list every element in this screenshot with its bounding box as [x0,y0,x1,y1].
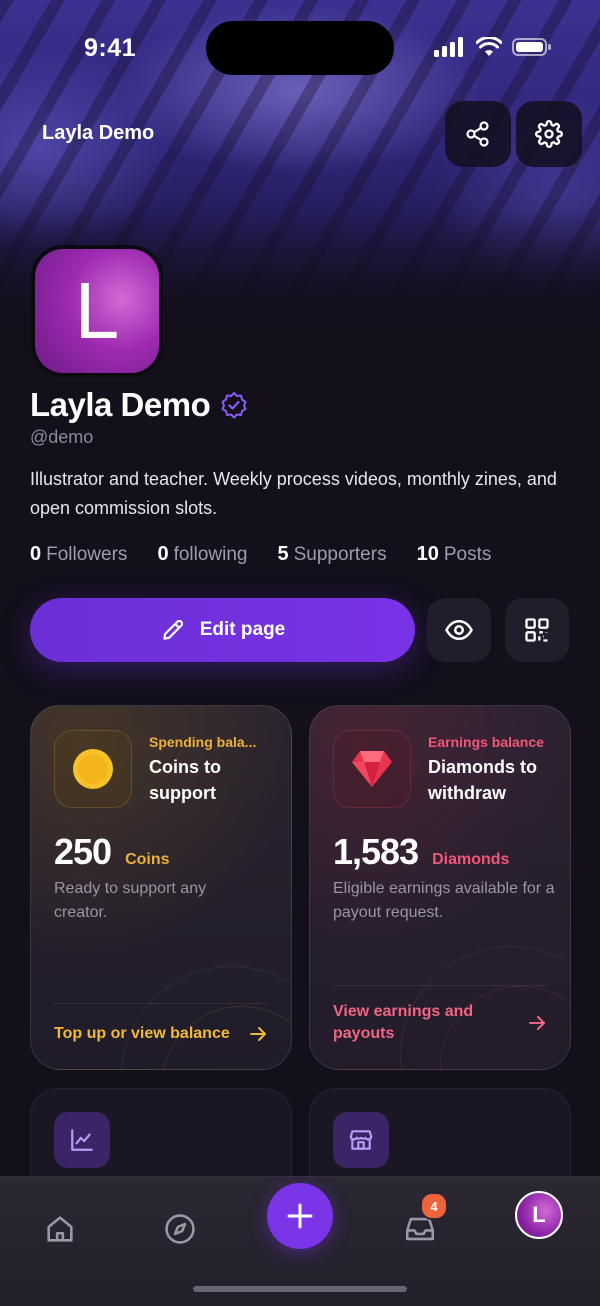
pencil-icon [162,619,183,640]
stat-label: Posts [443,544,492,565]
profile-avatar[interactable]: L [31,245,163,377]
stat-following[interactable]: 0 following [157,543,247,566]
dynamic-island [206,21,394,75]
home-indicator [193,1286,407,1292]
stat-label: following [173,544,248,565]
view-earnings-link[interactable]: View earnings and payouts [333,1001,547,1045]
profile-handle: @demo [30,427,94,447]
inbox-badge: 4 [420,1192,448,1220]
plus-icon [287,1203,313,1229]
tab-profile-avatar[interactable]: L [515,1191,563,1239]
compass-icon [165,1214,195,1244]
stat-followers[interactable]: 0 Followers [30,543,127,566]
store-icon-box [333,1112,389,1168]
coins-balance-card[interactable]: Spending bala... Coins to support 250 Co… [30,705,292,1070]
coins-tag: Spending bala... [149,734,257,750]
top-up-label: Top up or view balance [54,1025,230,1042]
edit-page-button[interactable]: Edit page [30,598,415,662]
signal-icon [434,37,463,57]
display-name: Layla Demo [30,386,248,424]
diamonds-description: Eligible earnings available for a payout… [333,880,555,921]
preview-button[interactable] [427,598,491,662]
diamond-icon-box [333,730,411,808]
tab-explore[interactable] [140,1201,220,1257]
diamonds-title: Diamonds to withdraw [428,757,538,803]
top-up-link[interactable]: Top up or view balance [54,1023,268,1045]
stat-count: 0 [157,543,169,565]
stat-count: 0 [30,543,42,565]
tab-home[interactable] [20,1201,100,1257]
battery-icon [512,38,551,56]
stat-posts[interactable]: 10 Posts [417,543,492,566]
diamonds-unit: Diamonds [432,851,510,868]
coins-unit: Coins [125,851,170,868]
profile-stats: 0 Followers 0 following 5 Supporters 10 Post… [30,543,491,566]
divider [333,985,547,986]
wifi-icon [476,37,502,56]
status-bar: 9:41 [0,0,600,96]
avatar-letter: L [35,249,159,373]
gear-icon [535,120,563,148]
home-icon [47,1216,73,1242]
coin-icon-box [54,730,132,808]
profile-bio: Illustrator and teacher. Weekly process … [30,469,557,518]
diamonds-tag: Earnings balance [428,734,544,750]
qr-code-button[interactable] [505,598,569,662]
share-icon [466,121,489,147]
display-name-text: Layla Demo [30,386,211,423]
view-earnings-label: View earnings and payouts [333,1003,474,1042]
diamonds-amount-row: 1,583 Diamonds [333,831,509,873]
coins-description: Ready to support any creator. [54,880,207,921]
stat-count: 5 [277,543,289,565]
create-post-button[interactable] [267,1183,333,1249]
share-button[interactable] [445,101,511,167]
header-title: Layla Demo [42,122,155,144]
chart-icon-box [54,1112,110,1168]
divider [54,1003,268,1004]
chart-icon [71,1129,93,1151]
diamonds-balance-card[interactable]: Earnings balance Diamonds to withdraw 1,… [309,705,571,1070]
qr-code-icon [525,618,549,642]
coin-icon [73,749,113,789]
edit-page-label: Edit page [199,619,286,640]
stat-supporters[interactable]: 5 Supporters [278,543,387,566]
stat-label: Followers [46,544,128,565]
status-icons [434,37,552,57]
stat-count: 10 [416,543,439,565]
stat-label: Supporters [293,544,387,565]
status-time: 9:41 [84,34,137,62]
arrow-right-icon [529,1016,545,1030]
arrow-right-icon [250,1027,266,1041]
eye-icon [445,619,473,641]
diamonds-amount: 1,583 [333,831,419,872]
settings-button[interactable] [516,101,582,167]
store-icon [349,1130,373,1150]
coins-amount: 250 [54,831,112,872]
coins-amount-row: 250 Coins [54,831,170,873]
diamond-icon [352,751,392,787]
verified-badge-icon [221,392,247,419]
coins-title: Coins to support [149,757,221,803]
